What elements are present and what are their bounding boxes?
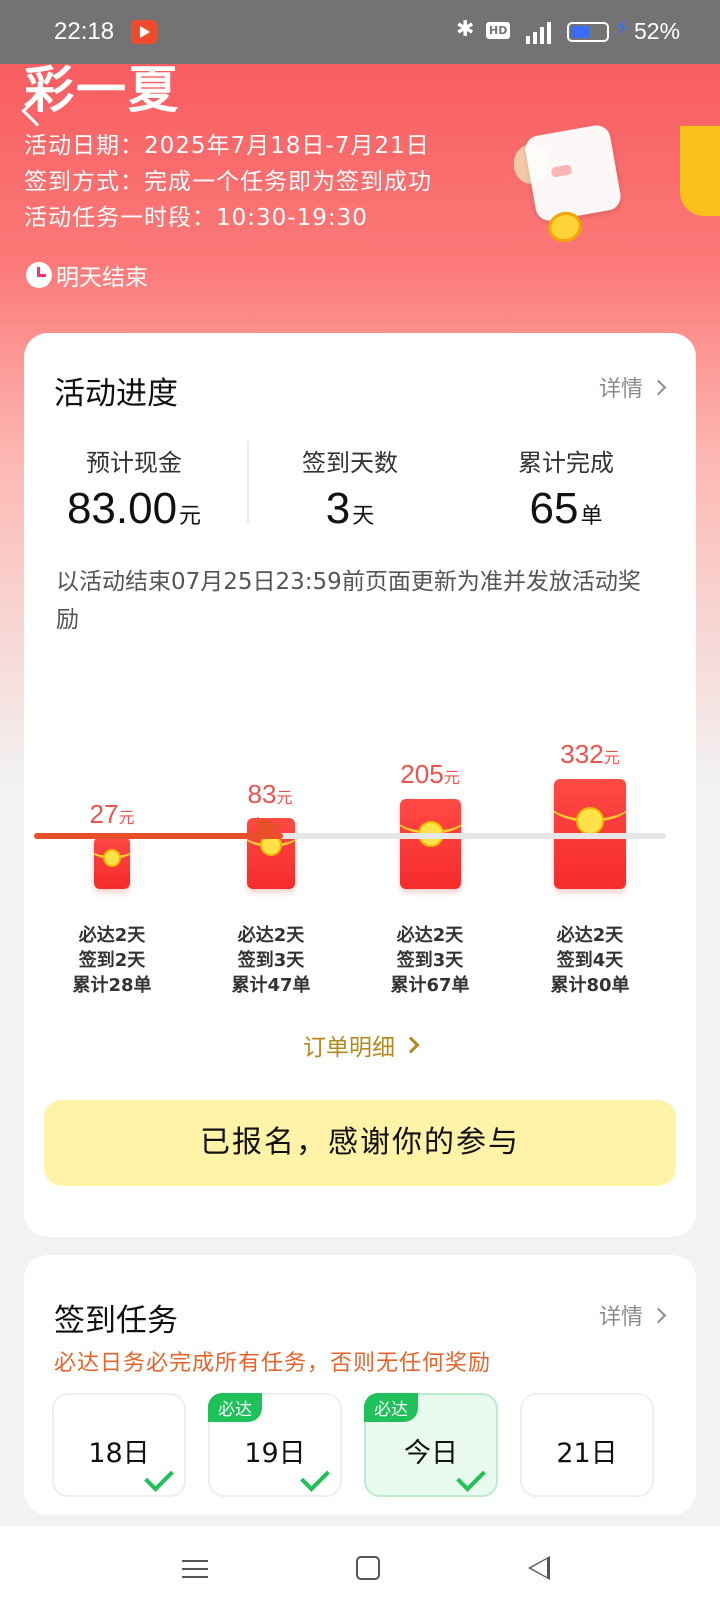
signal-icon	[524, 20, 554, 44]
stat-cash: 预计现金 83.00元	[24, 443, 244, 534]
video-app-icon	[131, 20, 157, 44]
stat-days: 签到天数 3天	[240, 443, 460, 534]
phone-illustration	[523, 123, 623, 223]
signin-detail-link[interactable]: 详情	[598, 1299, 667, 1331]
stat-label: 签到天数	[302, 449, 398, 477]
bluetooth-icon: ✱	[456, 17, 475, 42]
progress-fill	[34, 833, 283, 839]
condition-line: 签到3天	[396, 950, 464, 971]
registered-button[interactable]: 已报名，感谢你的参与	[44, 1100, 676, 1186]
tier-unit: 元	[118, 810, 135, 827]
red-envelope-icon	[94, 837, 130, 889]
tier-conditions: 必达2天 签到4天 累计80单	[510, 923, 670, 998]
stat-value: 3	[325, 484, 351, 533]
tier-conditions: 必达2天 签到3天 累计67单	[350, 923, 510, 998]
condition-line: 签到2天	[78, 950, 146, 971]
tier-unit: 元	[603, 750, 620, 767]
tier-conditions: 必达2天 签到2天 累计28单	[32, 923, 192, 998]
condition-line: 累计47单	[231, 975, 311, 996]
condition-line: 累计28单	[72, 975, 152, 996]
menu-icon[interactable]	[182, 1560, 208, 1578]
signin-title: 签到任务	[54, 1303, 178, 1339]
required-badge: 必达	[364, 1393, 418, 1422]
condition-line: 累计80单	[550, 975, 630, 996]
charging-icon: ⚡	[614, 16, 630, 41]
condition-line: 必达2天	[237, 925, 305, 946]
battery-percent: 52%	[634, 18, 681, 44]
battery-icon	[567, 22, 609, 42]
back-triangle-icon[interactable]	[528, 1556, 550, 1580]
tier-amount: 205	[400, 759, 444, 789]
day-card-19[interactable]: 必达 19日	[208, 1393, 342, 1497]
status-time: 22:18	[54, 18, 115, 45]
stat-value: 65	[529, 484, 579, 533]
signin-card: 签到任务 详情 必达日务必完成所有任务，否则无任何奖励 18日 必达 19日 必…	[24, 1255, 696, 1515]
order-details-label: 订单明细	[303, 1035, 395, 1061]
ends-label: 明天结束	[56, 265, 148, 291]
stat-label: 预计现金	[86, 449, 182, 477]
condition-line: 签到4天	[556, 950, 624, 971]
progress-card: 活动进度 详情 预计现金 83.00元 签到天数 3天 累计完成 65单 以活动…	[24, 333, 696, 1237]
progress-title: 活动进度	[54, 376, 178, 412]
tier-unit: 元	[276, 790, 293, 807]
condition-line: 必达2天	[396, 925, 464, 946]
stat-orders: 累计完成 65单	[456, 443, 676, 534]
required-badge: 必达	[208, 1393, 262, 1422]
progress-detail-link[interactable]: 详情	[598, 371, 667, 403]
task-time: 活动任务一时段：10:30-19:30	[24, 205, 368, 231]
tier-amount: 332	[560, 739, 604, 769]
activity-date: 活动日期：2025年7月18日-7月21日	[24, 133, 430, 159]
day-label: 21日	[556, 1438, 618, 1469]
reward-note: 以活动结束07月25日23:59前页面更新为准并发放活动奖励	[56, 569, 641, 633]
progress-track	[34, 817, 666, 839]
stat-unit: 单	[580, 503, 603, 528]
tier-amount: 83	[247, 779, 277, 809]
tier-unit: 元	[443, 770, 460, 787]
clock-icon	[26, 262, 52, 288]
stat-label: 累计完成	[518, 449, 614, 477]
status-bar: 22:18 ✱ HD ⚡ 52%	[0, 0, 720, 64]
day-card-21[interactable]: 21日	[520, 1393, 654, 1497]
day-card-18[interactable]: 18日	[52, 1393, 186, 1497]
condition-line: 累计67单	[390, 975, 470, 996]
signin-warning: 必达日务必完成所有任务，否则无任何奖励	[54, 1351, 492, 1376]
detail-label: 详情	[598, 1305, 643, 1330]
tier-conditions: 必达2天 签到3天 累计47单	[191, 923, 351, 998]
sleeve-illustration	[680, 126, 720, 216]
countdown: 明天结束	[26, 258, 148, 292]
order-details-link[interactable]: 订单明细	[24, 1028, 696, 1062]
system-nav-bar	[0, 1526, 720, 1612]
red-envelope-icon	[400, 799, 461, 889]
home-icon[interactable]	[356, 1556, 380, 1580]
condition-line: 必达2天	[78, 925, 146, 946]
condition-line: 签到3天	[237, 950, 305, 971]
progress-marker	[257, 817, 283, 837]
chevron-right-icon	[650, 379, 667, 395]
condition-line: 必达2天	[556, 925, 624, 946]
stat-value: 83.00	[66, 484, 178, 533]
stat-unit: 天	[352, 503, 375, 528]
day-list: 18日 必达 19日 必达 今日 21日	[52, 1393, 692, 1497]
signin-method: 签到方式：完成一个任务即为签到成功	[24, 169, 432, 195]
day-card-today[interactable]: 必达 今日	[364, 1393, 498, 1497]
stat-unit: 元	[179, 503, 202, 528]
chevron-right-icon	[650, 1307, 667, 1323]
tier-amount: 27	[89, 799, 119, 829]
chevron-right-icon	[402, 1036, 420, 1054]
hd-badge: HD	[486, 22, 511, 39]
detail-label: 详情	[598, 377, 643, 402]
